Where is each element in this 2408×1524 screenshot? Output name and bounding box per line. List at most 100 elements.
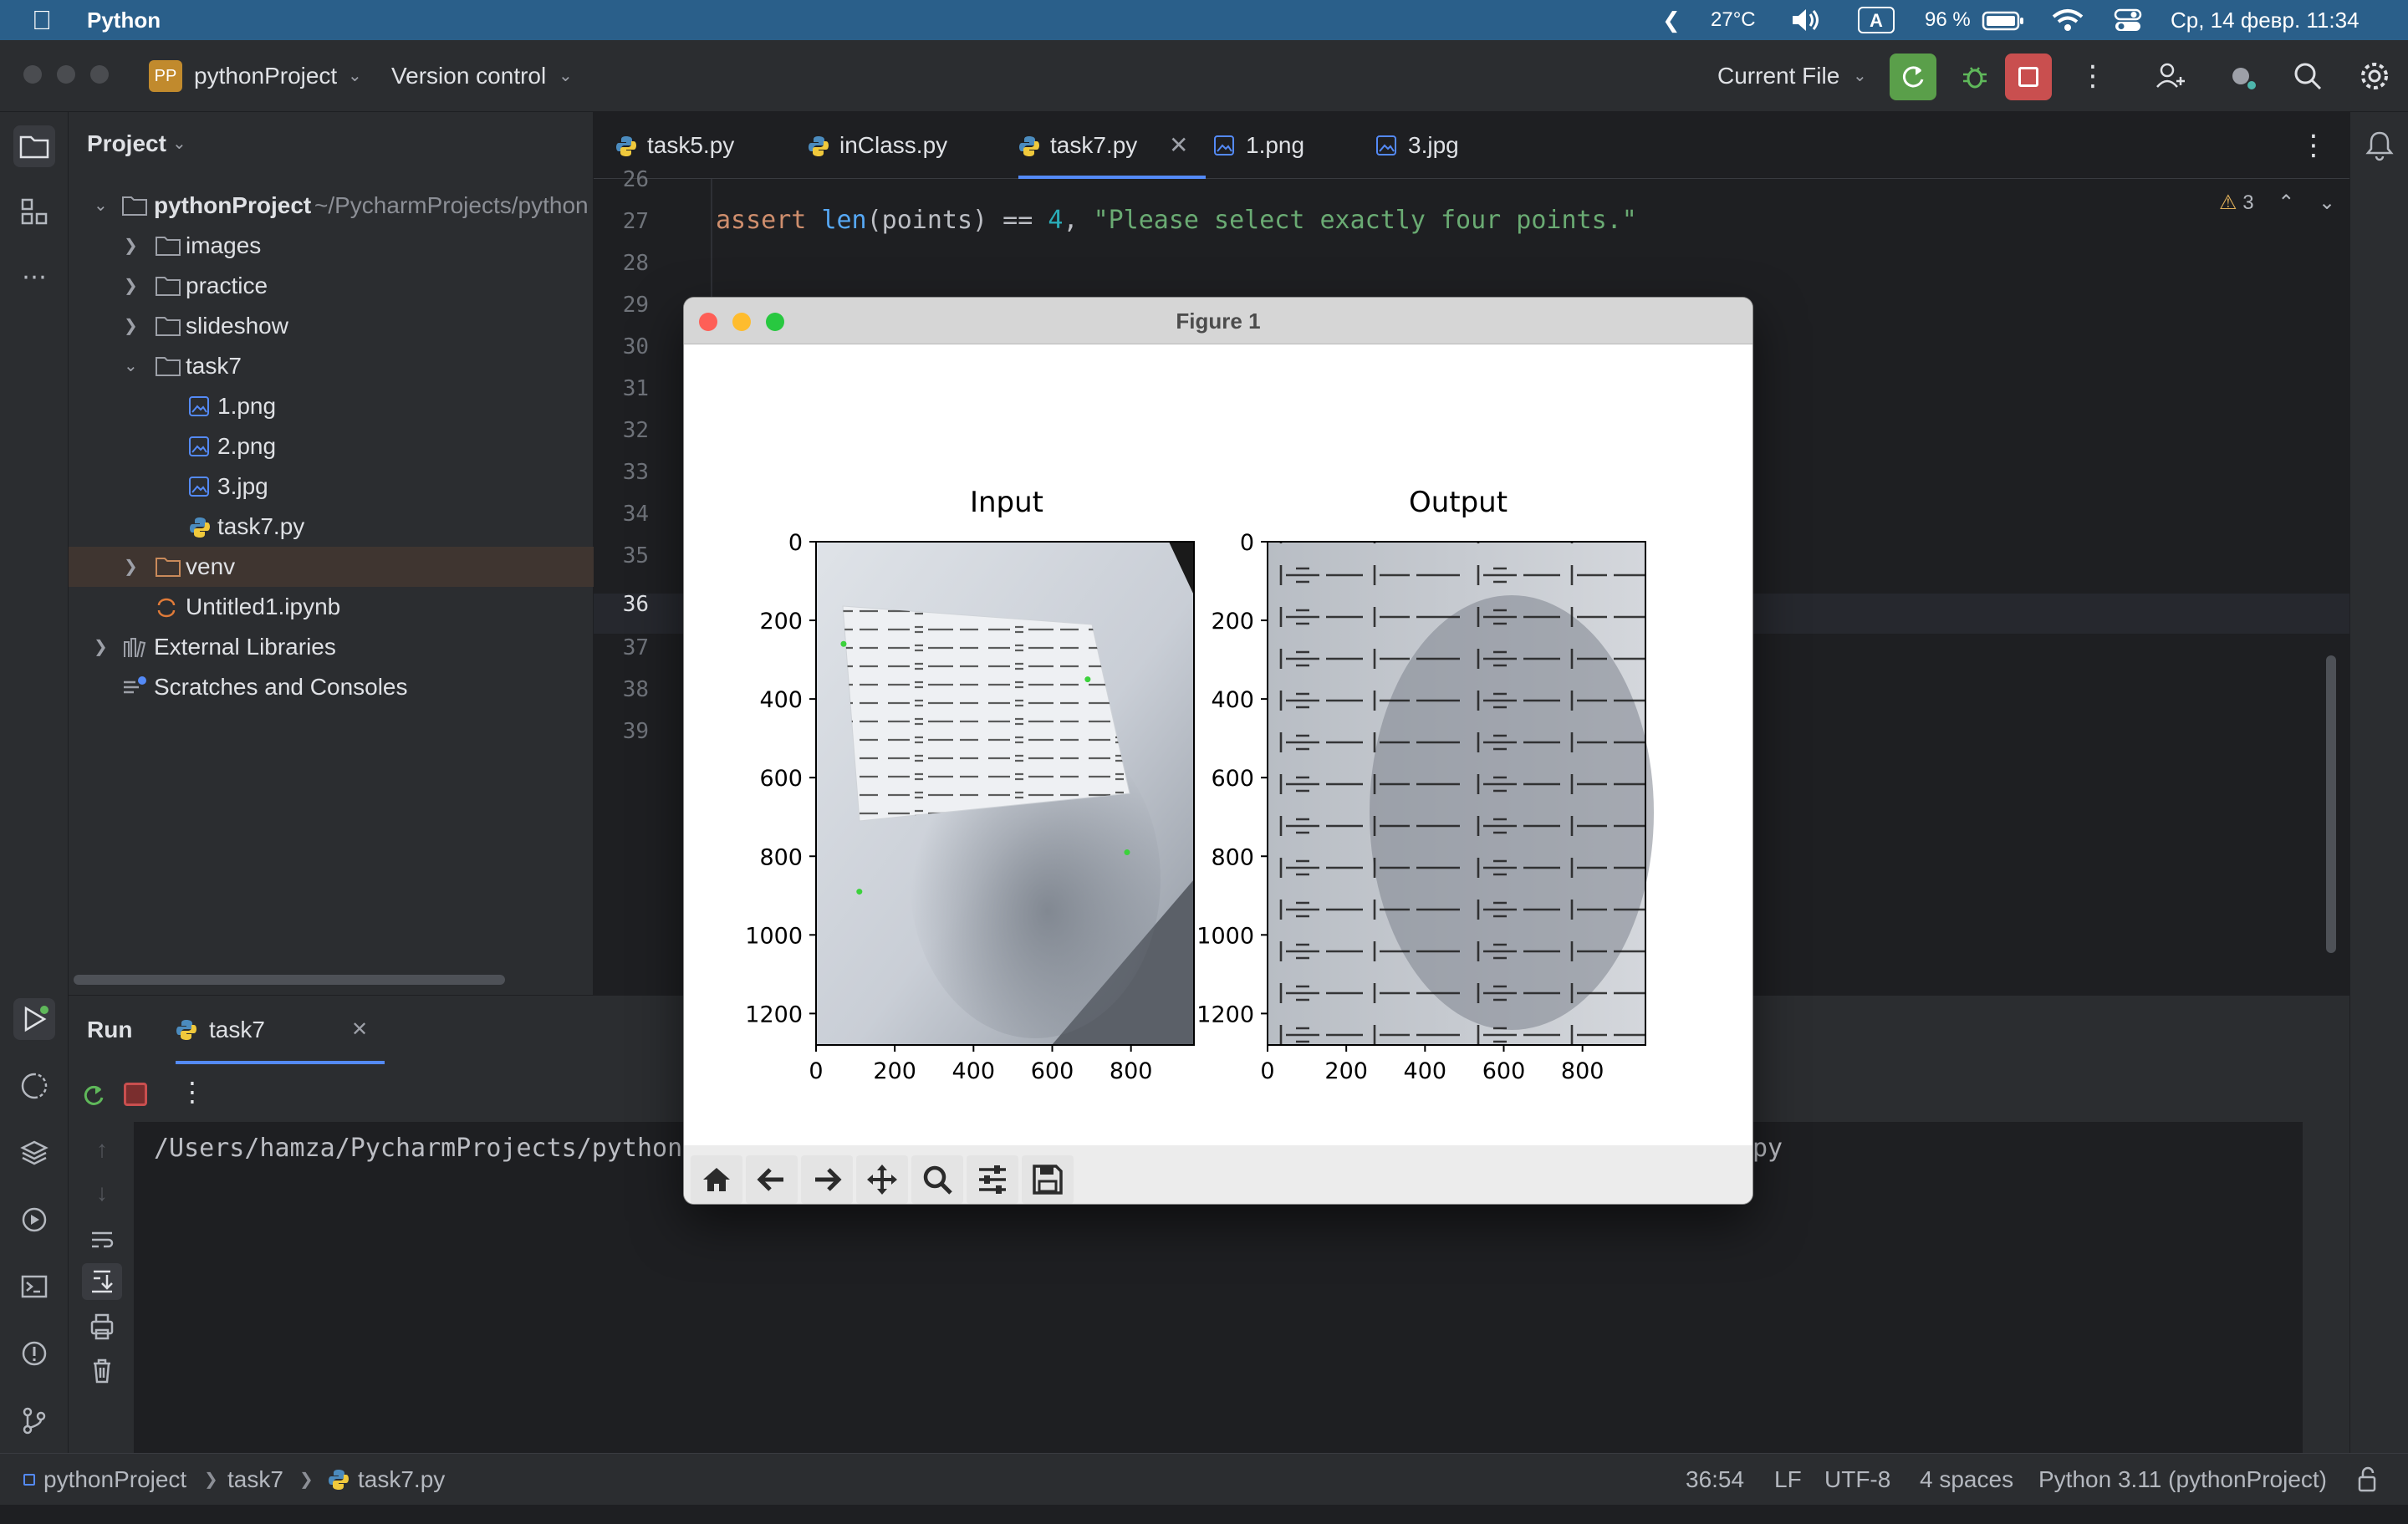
tree-item-external-libraries[interactable]: ❯ External Libraries [69, 627, 594, 667]
chevron-left-icon[interactable]: ❮ [1662, 0, 1681, 40]
vertical-scrollbar[interactable] [2326, 655, 2336, 953]
zoom-button[interactable] [911, 1155, 963, 1204]
menubar-datetime[interactable]: Ср, 14 февр. 11:34 [2171, 0, 2360, 40]
back-button[interactable] [746, 1155, 798, 1204]
run-tool-button[interactable] [13, 998, 55, 1040]
breadcrumb-folder[interactable]: task7 [227, 1454, 283, 1506]
tree-item-practice[interactable]: ❯ practice [69, 266, 594, 306]
rerun-button[interactable] [1890, 54, 1936, 100]
tree-item-1-png[interactable]: 1.png [69, 386, 594, 426]
terminal-button[interactable] [13, 1266, 55, 1307]
structure-tool-button[interactable] [13, 191, 55, 232]
problems-button[interactable] [13, 1333, 55, 1374]
home-button[interactable] [691, 1155, 742, 1204]
python-packages-button[interactable] [13, 1132, 55, 1174]
trash-icon[interactable] [85, 1353, 119, 1387]
ai-assistant-icon[interactable] [2226, 40, 2259, 112]
tree-item-untitled1[interactable]: Untitled1.ipynb [69, 587, 594, 627]
console-scrollbar-track[interactable] [2303, 1122, 2316, 1453]
project-switcher[interactable]: pythonProject [194, 40, 337, 112]
close-icon[interactable]: ✕ [351, 996, 368, 1064]
project-tool-button[interactable] [13, 125, 55, 167]
services-button[interactable] [13, 1199, 55, 1241]
git-button[interactable] [13, 1399, 55, 1441]
code-line-27[interactable]: assert len(points) == 4, "Please select … [716, 206, 1637, 235]
tree-item-slideshow[interactable]: ❯ slideshow [69, 306, 594, 346]
window-zoom-button[interactable] [90, 65, 109, 84]
lock-icon[interactable] [2354, 1454, 2380, 1506]
pan-button[interactable] [856, 1155, 908, 1204]
chevron-down-icon[interactable]: ⌄ [2319, 191, 2335, 214]
figure-minimize-button[interactable] [732, 313, 751, 331]
chevron-down-icon[interactable]: ⌄ [559, 40, 573, 112]
control-center-icon[interactable] [2114, 0, 2142, 40]
python-console-button[interactable] [13, 1065, 55, 1107]
tab-task7-py-active[interactable]: task7.py ✕ [1018, 112, 1206, 179]
volume-icon[interactable] [1789, 0, 1823, 40]
y-tick-label: 600 [759, 766, 803, 792]
battery-icon[interactable] [1982, 0, 2025, 40]
tree-item-task7[interactable]: ⌄ task7 [69, 346, 594, 386]
close-icon[interactable]: ✕ [1169, 112, 1188, 179]
more-vertical-icon[interactable]: ⋮ [179, 1076, 206, 1108]
scroll-down-icon[interactable]: ↓ [85, 1180, 119, 1213]
output-image [1268, 542, 1654, 1045]
chevron-down-icon[interactable]: ⌄ [1853, 40, 1867, 112]
menubar-temperature[interactable]: 27°C [1711, 0, 1756, 40]
figure-canvas[interactable]: Input Output 0 200 400 600 800 0 200 400 600 800 1… [684, 344, 1752, 1145]
soft-wrap-icon[interactable] [85, 1223, 119, 1256]
figure-title-bar[interactable]: Figure 1 [684, 298, 1752, 344]
subplots-config-button[interactable] [967, 1155, 1018, 1204]
stop-button[interactable] [2005, 54, 2052, 100]
project-badge[interactable]: PP [149, 60, 182, 92]
horizontal-scrollbar[interactable] [74, 975, 505, 985]
input-source-badge[interactable]: A [1858, 7, 1895, 33]
move-icon [867, 1165, 897, 1195]
python-interpreter[interactable]: Python 3.11 (pythonProject) [2038, 1454, 2327, 1506]
search-icon[interactable] [2291, 40, 2324, 112]
rerun-button[interactable] [77, 1079, 110, 1113]
run-tab-task7[interactable]: task7 ✕ [176, 996, 385, 1064]
apple-icon[interactable]:  [32, 0, 52, 40]
tree-item-venv[interactable]: ❯ venv [69, 547, 594, 587]
tree-item-scratches[interactable]: Scratches and Consoles [69, 667, 594, 707]
figure-window[interactable]: Figure 1 Input Output 0 200 400 600 800 … [684, 298, 1752, 1204]
notifications-bell-icon[interactable] [2362, 125, 2397, 167]
scroll-to-end-icon[interactable] [82, 1263, 122, 1300]
left-tool-strip: ⋯ [0, 112, 69, 1453]
scroll-up-icon[interactable]: ↑ [85, 1136, 119, 1170]
menubar-app-name[interactable]: Python [87, 0, 161, 40]
more-vertical-icon[interactable]: ⋮ [2079, 40, 2107, 112]
tree-item-2-png[interactable]: 2.png [69, 426, 594, 466]
chevron-up-icon[interactable]: ⌃ [2278, 191, 2294, 214]
add-user-icon[interactable] [2154, 40, 2187, 112]
settings-gear-icon[interactable] [2358, 40, 2391, 112]
breadcrumb-project[interactable]: pythonProject [43, 1454, 186, 1506]
window-close-button[interactable] [23, 65, 42, 84]
vcs-menu[interactable]: Version control [391, 40, 546, 112]
tree-root[interactable]: ⌄ pythonProject ~/PycharmProjects/python [69, 186, 594, 226]
breadcrumb-file[interactable]: task7.py [358, 1454, 445, 1506]
file-encoding[interactable]: UTF-8 [1824, 1454, 1890, 1506]
window-minimize-button[interactable] [57, 65, 75, 84]
save-figure-button[interactable] [1022, 1155, 1074, 1204]
project-panel-header[interactable]: Project ⌄ [69, 124, 594, 164]
forward-button[interactable] [801, 1155, 853, 1204]
more-horizontal-icon[interactable]: ⋯ [13, 256, 55, 298]
tree-item-3-jpg[interactable]: 3.jpg [69, 466, 594, 507]
chevron-down-icon[interactable]: ⌄ [348, 40, 362, 112]
figure-zoom-button[interactable] [766, 313, 784, 331]
stop-button[interactable] [124, 1083, 147, 1106]
debug-button[interactable] [1951, 54, 1998, 100]
more-vertical-icon[interactable]: ⋮ [2299, 112, 2328, 179]
line-separator[interactable]: LF [1774, 1454, 1802, 1506]
figure-close-button[interactable] [699, 313, 717, 331]
inspection-widget[interactable]: ⚠ 3 ⌃ ⌄ [2219, 191, 2335, 215]
indent-setting[interactable]: 4 spaces [1920, 1454, 2013, 1506]
run-config-selector[interactable]: Current File [1717, 40, 1839, 112]
caret-position[interactable]: 36:54 [1686, 1454, 1744, 1506]
print-icon[interactable] [85, 1310, 119, 1343]
tree-item-images[interactable]: ❯ images [69, 226, 594, 266]
wifi-icon[interactable] [2050, 0, 2085, 40]
tree-item-task7-py[interactable]: task7.py [69, 507, 594, 547]
